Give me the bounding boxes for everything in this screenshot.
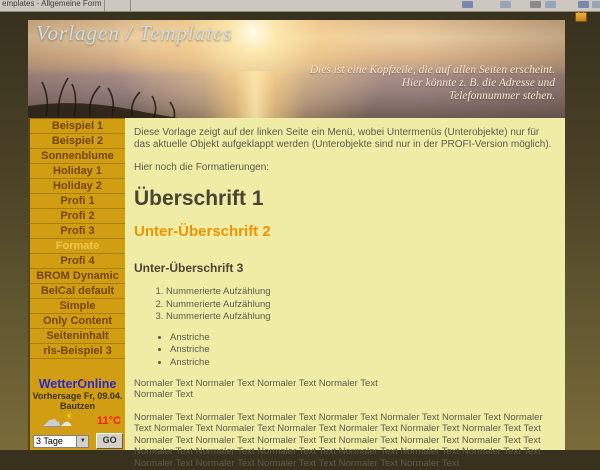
wetteronline-logo[interactable]: WetterOnline <box>30 377 125 391</box>
sidebar-item-holiday-2[interactable]: Holiday 2 <box>30 179 125 194</box>
sidebar-item-only-content[interactable]: Only Content <box>30 314 125 329</box>
intro-paragraph: Diese Vorlage zeigt auf der linken Seite… <box>134 127 555 151</box>
forecast-date-label: Vorhersage Fr, 09.04. <box>30 391 125 401</box>
heading-3: Unter-Überschrift 3 <box>134 261 555 276</box>
sidebar-item-belcal-default[interactable]: BelCal default <box>30 284 125 299</box>
sidebar-item-profi-1[interactable]: Profi 1 <box>30 194 125 209</box>
sidebar-item-seiteninhalt[interactable]: Seiteninhalt <box>30 329 125 344</box>
sidebar-item-rls-beispiel-3[interactable]: rls-Beispiel 3 <box>30 344 125 359</box>
sidebar-menu: Beispiel 1 Beispiel 2 Sonnenblume Holida… <box>28 118 125 450</box>
numbered-list-item: Nummerierte Aufzählung <box>166 299 555 311</box>
sidebar-item-profi-2[interactable]: Profi 2 <box>30 209 125 224</box>
sidebar-item-profi-3[interactable]: Profi 3 <box>30 224 125 239</box>
sidebar-item-beispiel-1[interactable]: Beispiel 1 <box>30 119 125 134</box>
heading-2: Unter-Überschrift 2 <box>134 223 555 241</box>
bullet-list-item: Anstriche <box>170 344 555 356</box>
logo-text: nline <box>87 377 116 391</box>
browser-toolbar-icon[interactable] <box>578 1 589 8</box>
sidebar-item-brom-dynamic[interactable]: BROM Dynamic <box>30 269 125 284</box>
sidebar-item-sonnenblume[interactable]: Sonnenblume <box>30 149 125 164</box>
site-title: Vorlagen / Templates <box>36 21 233 46</box>
sidebar-item-beispiel-2[interactable]: Beispiel 2 <box>30 134 125 149</box>
normal-text-paragraph-1: Normaler Text Normaler Text Normaler Tex… <box>134 378 555 401</box>
weather-icon-row: ☀ ☁ ☁ 11°C <box>30 412 125 432</box>
browser-toolbar-icon[interactable] <box>500 1 511 8</box>
sidebar-item-simple[interactable]: Simple <box>30 299 125 314</box>
sidebar-item-profi-4[interactable]: Profi 4 <box>30 254 125 269</box>
numbered-list-item: Nummerierte Aufzählung <box>166 286 555 298</box>
formats-intro: Hier noch die Formatierungen: <box>134 162 555 174</box>
weather-controls: 3 Tage ▼ GO <box>30 432 125 449</box>
lock-icon[interactable] <box>575 12 587 22</box>
forecast-range-value: 3 Tage <box>36 436 63 446</box>
logo-o: O <box>77 377 87 391</box>
sidebar-item-holiday-1[interactable]: Holiday 1 <box>30 164 125 179</box>
logo-text: Wetter <box>39 377 78 391</box>
numbered-list-item: Nummerierte Aufzählung <box>166 311 555 323</box>
sunset-header-image: Vorlagen / Templates Dies ist eine Kopfz… <box>28 20 565 118</box>
cloud-icon: ☁ <box>60 415 72 429</box>
numbered-list: Nummerierte Aufzählung Nummerierte Aufzä… <box>134 286 555 323</box>
normal-text-paragraph-2: Normaler Text Normaler Text Normaler Tex… <box>134 412 555 470</box>
main-content: Diese Vorlage zeigt auf der linken Seite… <box>125 118 565 450</box>
browser-toolbar-icon[interactable] <box>462 1 473 8</box>
cloud-icon: ☁ <box>42 409 61 432</box>
temperature-value: 11°C <box>97 415 121 427</box>
header-tagline: Dies ist eine Kopfzeile, die auf allen S… <box>310 64 555 103</box>
bullet-list: Anstriche Anstriche Anstriche <box>134 332 555 369</box>
browser-title-bar: emplates - Allgemeine Formate für Texte … <box>0 0 600 12</box>
browser-toolbar-icon[interactable] <box>592 1 600 8</box>
beach-grass-silhouette <box>28 70 288 118</box>
bullet-list-item: Anstriche <box>170 332 555 344</box>
weather-widget: WetterOnline Vorhersage Fr, 09.04. Bautz… <box>30 377 125 449</box>
page-background: Vorlagen / Templates Dies ist eine Kopfz… <box>0 11 600 450</box>
browser-toolbar-icon[interactable] <box>530 1 541 8</box>
browser-toolbar-icon[interactable] <box>545 1 556 8</box>
tab-divider <box>104 0 105 11</box>
heading-1: Überschrift 1 <box>134 186 555 212</box>
chevron-down-icon[interactable]: ▼ <box>76 436 88 447</box>
tab-divider <box>130 0 131 11</box>
forecast-range-select[interactable]: 3 Tage ▼ <box>33 435 89 448</box>
bullet-list-item: Anstriche <box>170 357 555 369</box>
sidebar-item-formate[interactable]: Formate <box>30 239 125 254</box>
weather-go-button[interactable]: GO <box>96 433 123 449</box>
window-title: emplates - Allgemeine Formate für Texte … <box>2 0 102 8</box>
